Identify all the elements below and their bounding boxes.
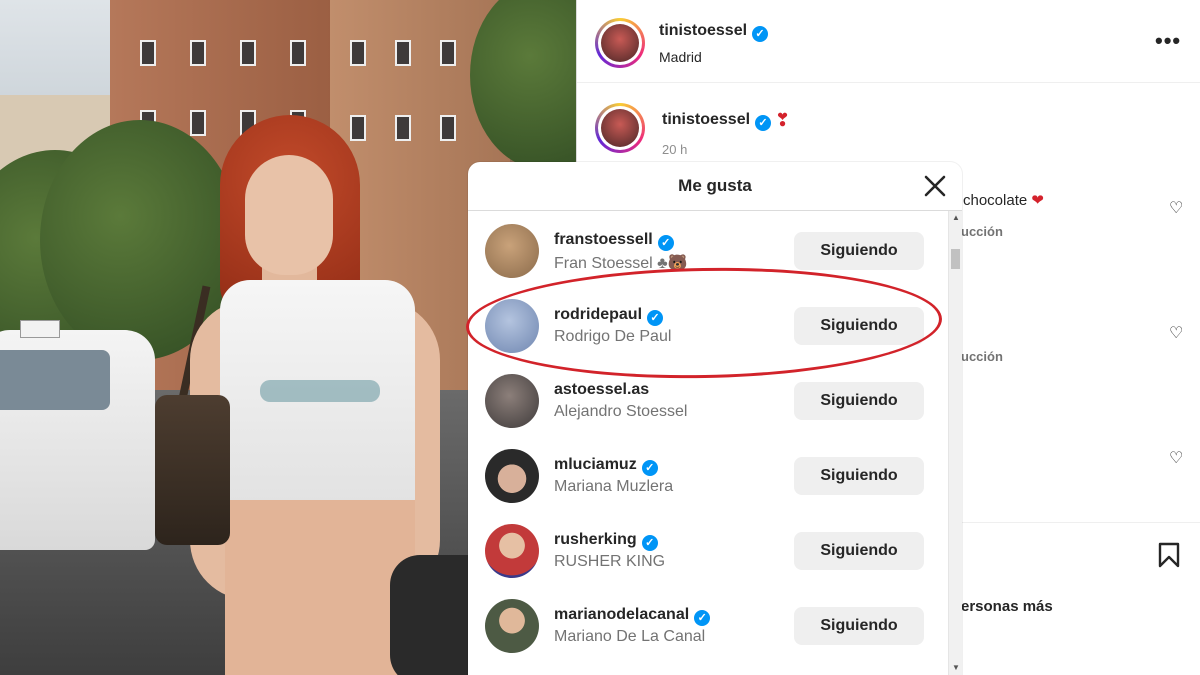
scroll-down-arrow-icon[interactable]: ▼: [952, 663, 960, 672]
following-button[interactable]: Siguiendo: [794, 232, 924, 270]
photo-window: [350, 40, 366, 66]
scrollbar[interactable]: ▲ ▼: [948, 211, 962, 675]
caption-time: 20 h: [662, 142, 688, 157]
verified-badge-icon: ✓: [647, 310, 664, 326]
following-button[interactable]: Siguiendo: [794, 307, 924, 345]
bookmark-icon[interactable]: [1158, 542, 1180, 568]
post-location[interactable]: Madrid: [659, 49, 702, 65]
verified-badge-icon: ✓: [694, 610, 711, 626]
username-text[interactable]: franstoessell: [554, 231, 653, 248]
top-print: [260, 380, 380, 402]
user-avatar[interactable]: [485, 599, 539, 653]
scrollbar-thumb[interactable]: [951, 249, 960, 269]
user-full-name: Mariana Muzlera: [554, 478, 674, 495]
taxi-window: [0, 350, 110, 410]
user-avatar[interactable]: [485, 299, 539, 353]
verified-badge-icon: ✓: [755, 115, 772, 131]
person-top: [220, 280, 415, 505]
header-divider: [577, 82, 1200, 83]
verified-badge-icon: ✓: [641, 535, 658, 551]
more-options-icon[interactable]: •••: [1155, 28, 1181, 54]
user-username[interactable]: franstoessell ✓: [554, 231, 674, 251]
user-avatar[interactable]: [485, 374, 539, 428]
photo-window: [440, 40, 456, 66]
caption-username[interactable]: tinistoessel ✓: [662, 111, 772, 131]
list-item: astoessel.as Alejandro Stoessel Siguiend…: [468, 363, 948, 438]
red-heart-icon: ❤: [1031, 192, 1044, 209]
comment-like-heart-icon[interactable]: ♡: [1169, 323, 1183, 343]
person-face: [245, 155, 333, 275]
username-text[interactable]: rusherking: [554, 531, 637, 548]
modal-title: Me gusta: [678, 176, 752, 195]
verified-badge-icon: ✓: [752, 26, 769, 42]
user-full-name: Rodrigo De Paul: [554, 328, 672, 345]
user-avatar[interactable]: [485, 224, 539, 278]
scroll-up-arrow-icon[interactable]: ▲: [952, 213, 960, 222]
author-username-text[interactable]: tinistoessel: [659, 22, 747, 39]
user-username[interactable]: mluciamuz ✓: [554, 456, 658, 476]
verified-badge-icon: ✓: [641, 460, 658, 476]
username-text[interactable]: marianodelacanal: [554, 606, 689, 623]
caption-username-text[interactable]: tinistoessel: [662, 111, 750, 128]
close-icon[interactable]: [920, 171, 950, 201]
photo-taxi: [0, 320, 155, 550]
list-item: rodridepaul ✓ Rodrigo De Paul Siguiendo: [468, 288, 948, 363]
username-text[interactable]: rodridepaul: [554, 306, 642, 323]
user-full-name: Fran Stoessel ♣🐻: [554, 255, 688, 272]
heart-exclamation-icon: ❣: [775, 110, 791, 130]
user-avatar[interactable]: [485, 524, 539, 578]
user-full-name: RUSHER KING: [554, 553, 666, 570]
likes-list: franstoessell ✓ Fran Stoessel ♣🐻 Siguiend…: [468, 211, 948, 675]
person-torso: [225, 500, 415, 675]
photo-person: [150, 115, 510, 675]
username-text[interactable]: astoessel.as: [554, 381, 649, 398]
photo-window: [290, 40, 306, 66]
photo-window: [190, 40, 206, 66]
taxi-sign: [20, 320, 60, 338]
reply-link[interactable]: ucción: [961, 349, 1003, 364]
user-full-name: Mariano De La Canal: [554, 628, 706, 645]
user-username[interactable]: marianodelacanal ✓: [554, 606, 711, 626]
likes-summary[interactable]: ersonas más: [961, 598, 1053, 615]
reply-link[interactable]: ucción: [961, 224, 1003, 239]
comment-text: chocolate ❤: [963, 191, 1044, 209]
username-text[interactable]: mluciamuz: [554, 456, 637, 473]
following-button[interactable]: Siguiendo: [794, 532, 924, 570]
following-button[interactable]: Siguiendo: [794, 607, 924, 645]
caption-avatar[interactable]: [595, 103, 645, 153]
user-username[interactable]: rusherking ✓: [554, 531, 658, 551]
list-item: mluciamuz ✓ Mariana Muzlera Siguiendo: [468, 438, 948, 513]
comment-like-heart-icon[interactable]: ♡: [1169, 198, 1183, 218]
likes-modal: Me gusta franstoessell ✓ Fran Stoessel ♣🐻…: [468, 162, 962, 675]
list-item: franstoessell ✓ Fran Stoessel ♣🐻 Siguiend…: [468, 213, 948, 288]
author-username[interactable]: tinistoessel ✓: [659, 22, 769, 42]
list-item: marianodelacanal ✓ Mariano De La Canal Si…: [468, 588, 948, 663]
user-username[interactable]: astoessel.as: [554, 381, 649, 399]
comment-text-fragment: chocolate: [963, 192, 1028, 209]
following-button[interactable]: Siguiendo: [794, 382, 924, 420]
following-button[interactable]: Siguiendo: [794, 457, 924, 495]
photo-window: [140, 40, 156, 66]
user-username[interactable]: rodridepaul ✓: [554, 306, 664, 326]
photo-window: [240, 40, 256, 66]
user-full-name: Alejandro Stoessel: [554, 403, 688, 420]
verified-badge-icon: ✓: [657, 235, 674, 251]
person-bag: [155, 395, 230, 545]
photo-window: [395, 40, 411, 66]
author-avatar[interactable]: [595, 18, 645, 68]
comment-like-heart-icon[interactable]: ♡: [1169, 448, 1183, 468]
user-avatar[interactable]: [485, 449, 539, 503]
list-item: rusherking ✓ RUSHER KING Siguiendo: [468, 513, 948, 588]
